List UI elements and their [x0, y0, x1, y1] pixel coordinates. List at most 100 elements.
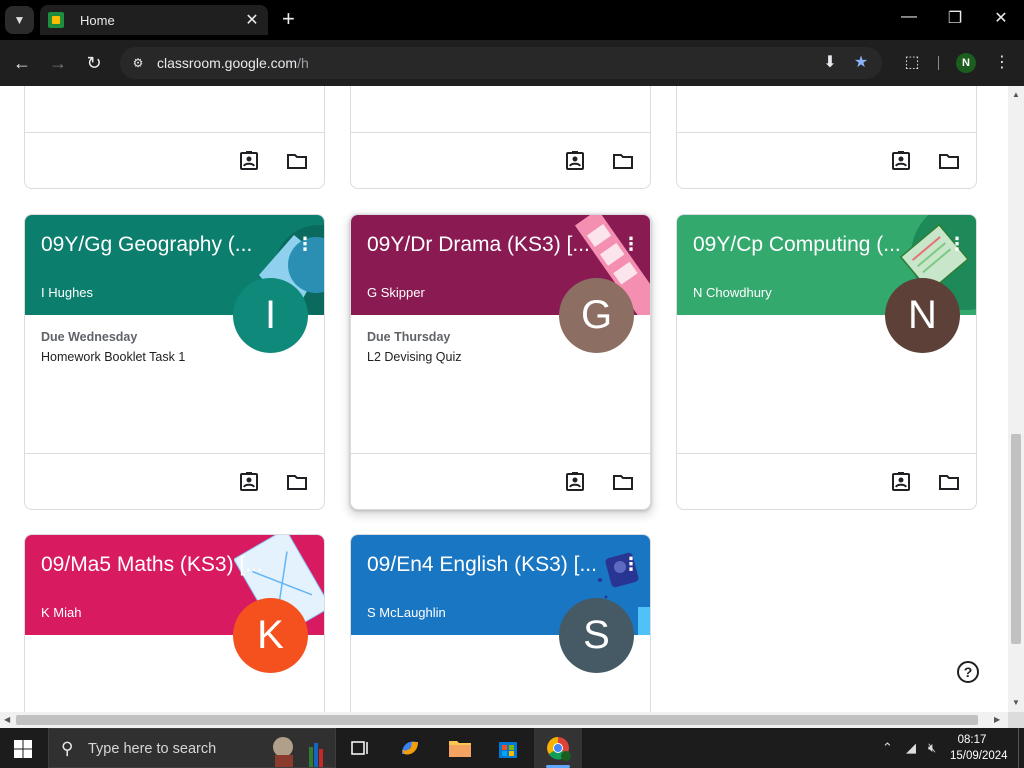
teacher-avatar: N	[885, 278, 960, 353]
card-more-icon[interactable]: ⋮	[296, 235, 314, 253]
minimize-button[interactable]: —	[894, 8, 924, 26]
url-text: classroom.google.com/h	[157, 55, 309, 71]
card-more-icon[interactable]: ⋮	[622, 235, 640, 253]
windows-taskbar: ⚲ Type here to search ⌃ ◢ 🔇︎ 08:17 15/09…	[0, 728, 1024, 768]
toolbar-separator	[938, 56, 939, 70]
search-icon: ⚲	[61, 739, 74, 758]
teacher-name[interactable]: S McLaughlin	[367, 605, 446, 620]
course-card-geography[interactable]: 09Y/Gg Geography (... I Hughes ⋮ I Due W…	[24, 214, 325, 510]
show-hidden-icons-icon[interactable]: ⌃	[882, 740, 893, 756]
folder-icon[interactable]	[285, 149, 309, 173]
scroll-up-icon[interactable]: ▲	[1012, 90, 1020, 99]
your-work-icon[interactable]	[563, 470, 587, 494]
course-card-drama[interactable]: 09Y/Dr Drama (KS3) [... G Skipper ⋮ G Du…	[350, 214, 651, 510]
your-work-icon[interactable]	[237, 149, 261, 173]
course-title[interactable]: 09/Ma5 Maths (KS3) [...	[41, 551, 281, 579]
bookmark-star-icon[interactable]: ★	[851, 53, 871, 73]
tab-search-button[interactable]: ▼	[5, 6, 34, 34]
course-title[interactable]: 09Y/Gg Geography (...	[41, 231, 281, 259]
help-button[interactable]: ?	[957, 661, 979, 683]
profile-avatar[interactable]: N	[956, 53, 976, 73]
course-card-partial[interactable]	[24, 86, 325, 189]
card-more-icon[interactable]: ⋮	[948, 235, 966, 253]
folder-icon[interactable]	[937, 470, 961, 494]
network-icon[interactable]: ◢	[906, 740, 916, 756]
teacher-name[interactable]: K Miah	[41, 605, 81, 620]
back-button[interactable]: ←	[10, 51, 34, 75]
card-footer	[351, 453, 650, 509]
search-placeholder: Type here to search	[88, 741, 217, 757]
course-title[interactable]: 09/En4 English (KS3) [...	[367, 551, 607, 579]
scrollbar-thumb[interactable]	[16, 715, 978, 725]
course-card-maths[interactable]: 09/Ma5 Maths (KS3) [... K Miah K	[24, 534, 325, 712]
file-explorer-icon[interactable]	[446, 734, 474, 762]
extensions-icon[interactable]: ⬚	[900, 51, 924, 75]
course-card-partial[interactable]	[676, 86, 977, 189]
tab-title: Home	[80, 12, 115, 28]
course-card-partial[interactable]	[350, 86, 651, 189]
scroll-down-icon[interactable]: ▼	[1012, 698, 1020, 707]
windows-start-icon[interactable]	[14, 740, 32, 758]
folder-icon[interactable]	[611, 149, 635, 173]
teacher-name[interactable]: I Hughes	[41, 285, 93, 300]
classroom-page: 09Y/Gg Geography (... I Hughes ⋮ I Due W…	[0, 86, 1008, 712]
teacher-avatar: S	[559, 598, 634, 673]
chevron-down-icon: ▼	[13, 13, 26, 27]
folder-icon[interactable]	[937, 149, 961, 173]
folder-icon[interactable]	[611, 470, 635, 494]
horizontal-scrollbar[interactable]: ◀ ▶	[0, 712, 1008, 728]
new-tab-button[interactable]: +	[282, 7, 295, 31]
restore-button[interactable]: ❐	[940, 8, 970, 28]
clock-date: 15/09/2024	[950, 750, 1008, 762]
address-bar[interactable]: ⚙ classroom.google.com/h ⬇ ★	[120, 47, 882, 79]
teacher-avatar: K	[233, 598, 308, 673]
browser-tab-home[interactable]: Home ✕	[40, 5, 268, 35]
card-footer	[351, 132, 650, 188]
scroll-left-icon[interactable]: ◀	[4, 715, 10, 724]
more-menu-icon[interactable]: ⋮	[990, 51, 1014, 75]
due-assignment-link[interactable]: Homework Booklet Task 1	[41, 350, 185, 364]
due-label: Due Wednesday	[41, 330, 138, 344]
due-assignment-link[interactable]: L2 Devising Quiz	[367, 350, 462, 364]
forward-button[interactable]: →	[46, 51, 70, 75]
install-app-icon[interactable]: ⬇	[820, 53, 840, 73]
close-tab-icon[interactable]: ✕	[242, 10, 262, 30]
microsoft-store-icon[interactable]	[494, 734, 522, 762]
your-work-icon[interactable]	[889, 470, 913, 494]
due-label: Due Thursday	[367, 330, 451, 344]
folder-icon[interactable]	[285, 470, 309, 494]
site-info-icon[interactable]: ⚙	[130, 55, 146, 71]
system-clock[interactable]: 08:17 15/09/2024	[950, 732, 1008, 764]
task-view-icon[interactable]	[346, 734, 374, 762]
your-work-icon[interactable]	[889, 149, 913, 173]
vertical-scrollbar[interactable]: ▲ ▼	[1008, 86, 1024, 712]
copilot-icon[interactable]	[396, 734, 424, 762]
card-footer	[677, 453, 976, 509]
close-window-button[interactable]: ✕	[986, 8, 1016, 28]
course-card-english[interactable]: 09/En4 English (KS3) [... S McLaughlin ⋮…	[350, 534, 651, 712]
clock-time: 08:17	[957, 734, 987, 746]
teacher-avatar: G	[559, 278, 634, 353]
course-card-computing[interactable]: 09Y/Cp Computing (... N Chowdhury ⋮ N	[676, 214, 977, 510]
title-bar: ▼ Home ✕ + — ❐ ✕	[0, 0, 1024, 40]
taskbar-search-box[interactable]: ⚲ Type here to search	[48, 728, 336, 768]
your-work-icon[interactable]	[563, 149, 587, 173]
chrome-icon[interactable]	[544, 734, 572, 762]
classroom-favicon-icon	[48, 12, 64, 28]
show-desktop-button[interactable]	[1018, 728, 1019, 768]
teacher-name[interactable]: G Skipper	[367, 285, 425, 300]
course-title[interactable]: 09Y/Dr Drama (KS3) [...	[367, 231, 607, 259]
scrollbar-corner	[1008, 712, 1024, 728]
card-footer	[25, 453, 324, 509]
reload-button[interactable]: ↻	[82, 51, 106, 75]
volume-muted-icon[interactable]: 🔇︎	[928, 740, 936, 756]
your-work-icon[interactable]	[237, 470, 261, 494]
teacher-name[interactable]: N Chowdhury	[693, 285, 772, 300]
teacher-avatar: I	[233, 278, 308, 353]
card-footer	[677, 132, 976, 188]
course-title[interactable]: 09Y/Cp Computing (...	[693, 231, 933, 259]
search-highlight-image-icon	[273, 737, 323, 767]
scroll-right-icon[interactable]: ▶	[994, 715, 1000, 724]
card-more-icon[interactable]: ⋮	[622, 555, 640, 573]
scrollbar-thumb[interactable]	[1011, 434, 1021, 644]
